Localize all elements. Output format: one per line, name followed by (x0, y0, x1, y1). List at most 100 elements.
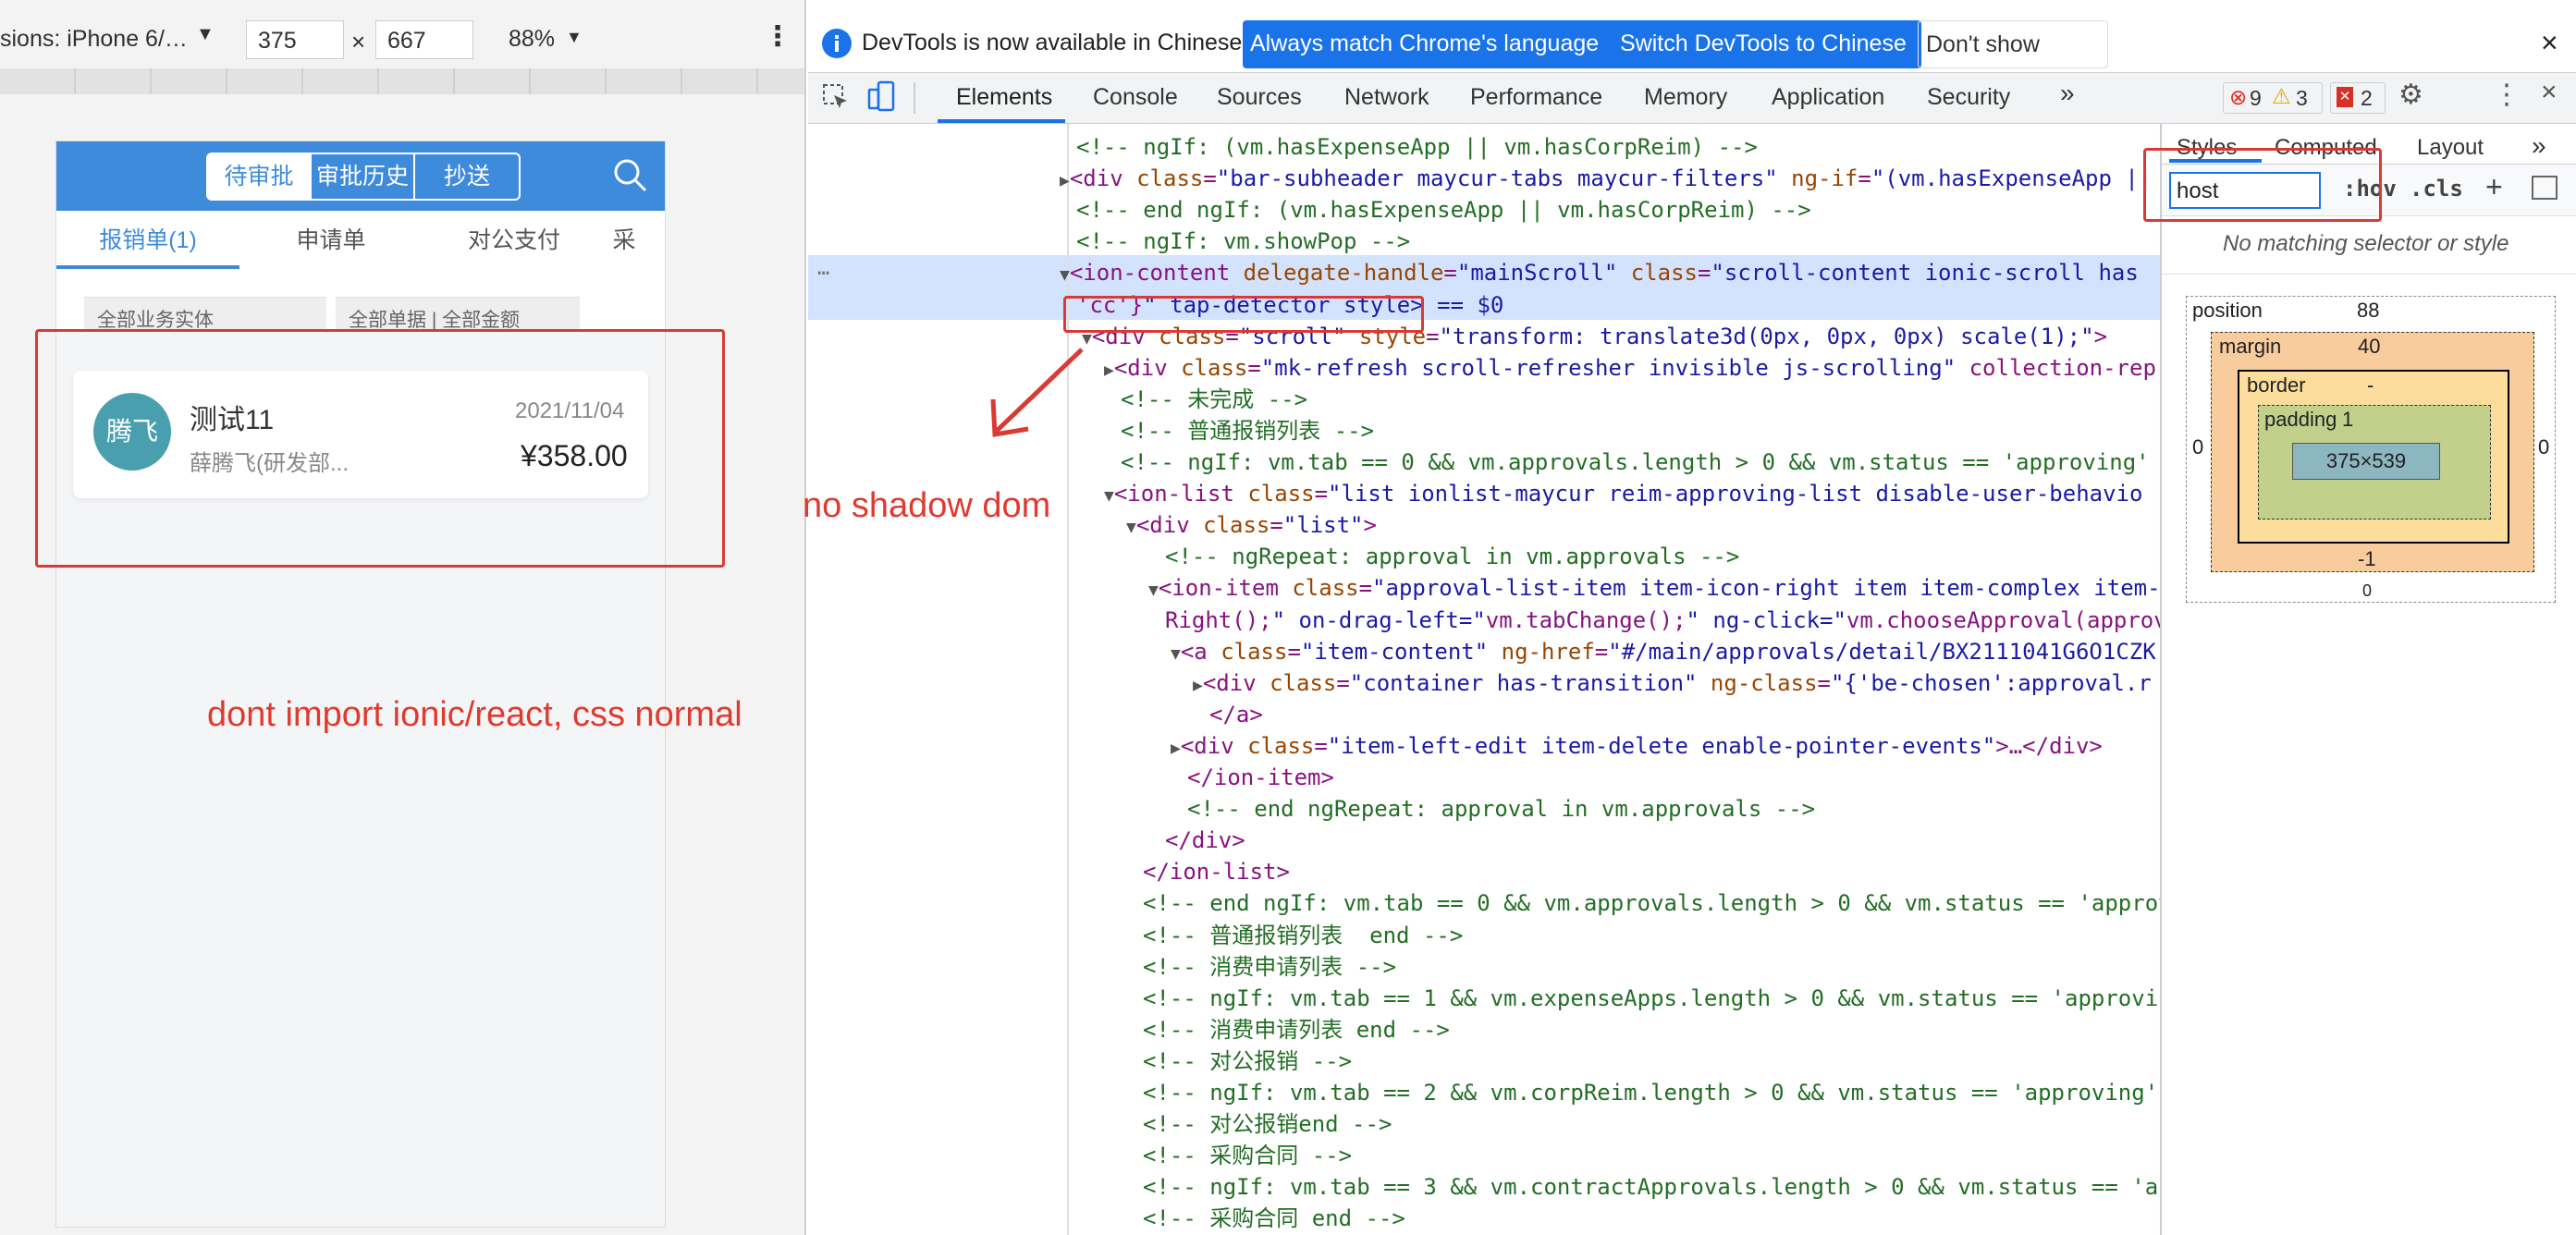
tab-application[interactable]: Application (1772, 84, 1884, 111)
code-tag-line[interactable]: </a> (1209, 699, 1263, 730)
code-comment-line[interactable]: <!-- 采购合同 --> (1143, 1140, 1352, 1171)
close-devtools-icon[interactable]: × (2541, 77, 2558, 108)
issues-count: 2 (2361, 86, 2373, 110)
code-comment-line[interactable]: <!-- 未完成 --> (1121, 384, 1307, 415)
error-warning-counter[interactable]: ⊗ 9 ⚠ 3 (2223, 82, 2323, 114)
code-tag-line[interactable]: ▼<ion-content delegate-handle="mainScrol… (1060, 257, 2139, 288)
styles-pane: Styles Computed Layout » host :hov .cls … (2143, 124, 2576, 1235)
switch-language-button[interactable]: Switch DevTools to Chinese (1613, 20, 1921, 68)
entity-filter[interactable]: 全部业务实体 (84, 297, 326, 332)
close-icon[interactable]: × (2541, 26, 2558, 60)
position-value[interactable]: 88 (2357, 299, 2379, 323)
code-comment-line[interactable]: <!-- 对公报销 --> (1143, 1045, 1352, 1077)
position-right[interactable]: 0 (2538, 435, 2549, 459)
match-language-button[interactable]: Always match Chrome's language (1243, 20, 1627, 68)
code-comment-line[interactable]: <!-- ngIf: (vm.hasExpenseApp || vm.hasCo… (1076, 131, 1758, 163)
tab-corporate-payment[interactable]: 对公支付 (423, 211, 606, 270)
device-select[interactable]: sions: iPhone 6/… (0, 26, 188, 53)
tab-security[interactable]: Security (1927, 84, 2010, 111)
code-tag-line[interactable]: Right();" on-drag-left="vm.tabChange();"… (1165, 605, 2160, 636)
code-comment-line[interactable]: <!-- ngRepeat: approval in vm.approvals … (1165, 541, 1739, 572)
position-bottom[interactable]: 0 (2362, 581, 2372, 601)
code-tag-line[interactable]: </ion-list> (1143, 856, 1290, 887)
device-toggle-icon[interactable] (867, 80, 897, 114)
code-comment-line[interactable]: <!-- ngIf: vm.tab == 1 && vm.expenseApps… (1143, 983, 2160, 1014)
code-tag-line[interactable]: ▼<div class="list"> (1126, 509, 1377, 541)
language-infobar: DevTools is now available in Chinese! Al… (808, 18, 2576, 104)
code-tag-line[interactable]: ▼<ion-item class="approval-list-item ite… (1148, 572, 2160, 604)
divider (914, 82, 915, 114)
more-icon[interactable]: ⋮ (764, 20, 791, 53)
box-model-border: border - padding 1 375×539 (2238, 370, 2509, 544)
code-tag-line[interactable]: ▼<a class="item-content" ng-href="#/main… (1171, 636, 2156, 667)
code-tag-line[interactable]: </div> (1165, 825, 1245, 856)
tab-layout[interactable]: Layout (2417, 135, 2484, 161)
more-panes-icon[interactable]: » (2532, 131, 2546, 161)
width-input[interactable]: 375 (246, 20, 344, 59)
segment-history[interactable]: 审批历史 (312, 154, 415, 199)
code-comment-line[interactable]: <!-- end ngIf: (vm.hasExpenseApp || vm.h… (1076, 194, 1811, 226)
tab-application[interactable]: 申请单 (239, 211, 423, 270)
tab-network[interactable]: Network (1344, 84, 1429, 111)
code-comment-line[interactable]: <!-- ngIf: vm.tab == 2 && vm.corpReim.le… (1143, 1077, 2160, 1108)
cls-toggle[interactable]: .cls (2410, 176, 2463, 202)
inspect-icon[interactable] (821, 82, 851, 112)
code-tag-line[interactable]: ▶<div class="bar-subheader maycur-tabs m… (1060, 163, 2152, 194)
more-tabs-icon[interactable]: » (2060, 79, 2075, 108)
chevron-down-icon[interactable]: ▼ (566, 28, 583, 47)
add-rule-icon[interactable]: + (2485, 170, 2503, 204)
docs-filter[interactable]: 全部单据 | 全部金额 (336, 297, 580, 332)
code-comment-line[interactable]: <!-- ngIf: vm.showPop --> (1076, 226, 1410, 257)
border-value[interactable]: - (2367, 373, 2374, 397)
code-comment-line[interactable]: <!-- ngIf: vm.tab == 3 && vm.contractApp… (1143, 1171, 2160, 1203)
code-comment-line[interactable]: <!-- end ngRepeat: approval in vm.approv… (1187, 793, 1815, 825)
type-tabs: 报销单(1) 申请单 对公支付 采 (56, 211, 665, 270)
issues-counter[interactable]: ✕ 2 (2330, 82, 2386, 114)
padding-value[interactable]: 1 (2342, 408, 2353, 432)
code-tag-line[interactable]: ▼<ion-list class="list ionlist-maycur re… (1104, 478, 2142, 509)
media-query-ruler[interactable] (0, 68, 804, 94)
tab-sources[interactable]: Sources (1217, 84, 1302, 111)
search-icon[interactable] (611, 156, 648, 193)
code-tag-line[interactable]: </ion-item> (1187, 762, 1334, 793)
elements-tree[interactable]: … <!-- ngIf: (vm.hasExpenseApp || vm.has… (808, 124, 2160, 1235)
tab-performance[interactable]: Performance (1470, 84, 1602, 111)
tab-procurement[interactable]: 采 (606, 211, 643, 270)
margin-label: margin (2219, 335, 2282, 358)
height-input[interactable]: 667 (375, 20, 473, 59)
code-comment-line[interactable]: <!-- 消费申请列表 end --> (1143, 1014, 1450, 1045)
code-comment-line[interactable]: <!-- 消费申请列表 --> (1143, 951, 1396, 983)
margin-value[interactable]: 40 (2358, 335, 2380, 359)
code-comment-line[interactable]: <!-- 普通报销列表 --> (1121, 415, 1374, 446)
code-tag-line[interactable]: ▶<div class="item-left-edit item-delete … (1171, 730, 2103, 762)
annotation-arrow-icon (990, 348, 1084, 437)
margin-bottom[interactable]: -1 (2358, 547, 2376, 571)
ellipsis-icon[interactable]: … (817, 257, 829, 280)
code-tag-line[interactable]: ▶<div class="mk-refresh scroll-refresher… (1104, 352, 2156, 384)
zoom-select[interactable]: 88% (509, 26, 555, 53)
code-comment-line[interactable]: <!-- 对公报销end --> (1143, 1108, 1392, 1140)
code-comment-line[interactable]: <!-- end ngIf: vm.tab == 0 && vm.approva… (1143, 887, 2160, 919)
chevron-down-icon[interactable]: ▼ (196, 24, 215, 45)
code-comment-line[interactable]: <!-- 普通报销列表 end --> (1143, 920, 1463, 951)
segment-cc[interactable]: 抄送 (415, 154, 519, 199)
active-tab-indicator (938, 119, 1065, 123)
no-match-message: No matching selector or style (2223, 231, 2509, 256)
annotation-shadow-note: no shadow dom (803, 486, 1051, 525)
code-tag-line[interactable]: ▶<div class="container has-transition" n… (1193, 667, 2152, 699)
segment-pending[interactable]: 待审批 (208, 154, 312, 199)
toggle-sidebar-icon[interactable] (2532, 176, 2558, 200)
position-left[interactable]: 0 (2192, 435, 2203, 459)
code-comment-line[interactable]: <!-- ngIf: vm.tab == 0 && vm.approvals.l… (1121, 446, 2150, 478)
gear-icon[interactable]: ⚙ (2398, 79, 2423, 111)
tab-reimbursement[interactable]: 报销单(1) (56, 211, 239, 270)
tab-memory[interactable]: Memory (1644, 84, 1727, 111)
box-model-content[interactable]: 375×539 (2292, 443, 2440, 480)
info-icon (822, 29, 852, 58)
tab-console[interactable]: Console (1093, 84, 1178, 111)
kebab-menu-icon[interactable]: ⋮ (2493, 79, 2521, 111)
dont-show-button[interactable]: Don't show again (1918, 20, 2108, 104)
padding-label: padding (2264, 408, 2337, 431)
code-comment-line[interactable]: <!-- 采购合同 end --> (1143, 1203, 1405, 1234)
tab-elements[interactable]: Elements (956, 84, 1052, 111)
